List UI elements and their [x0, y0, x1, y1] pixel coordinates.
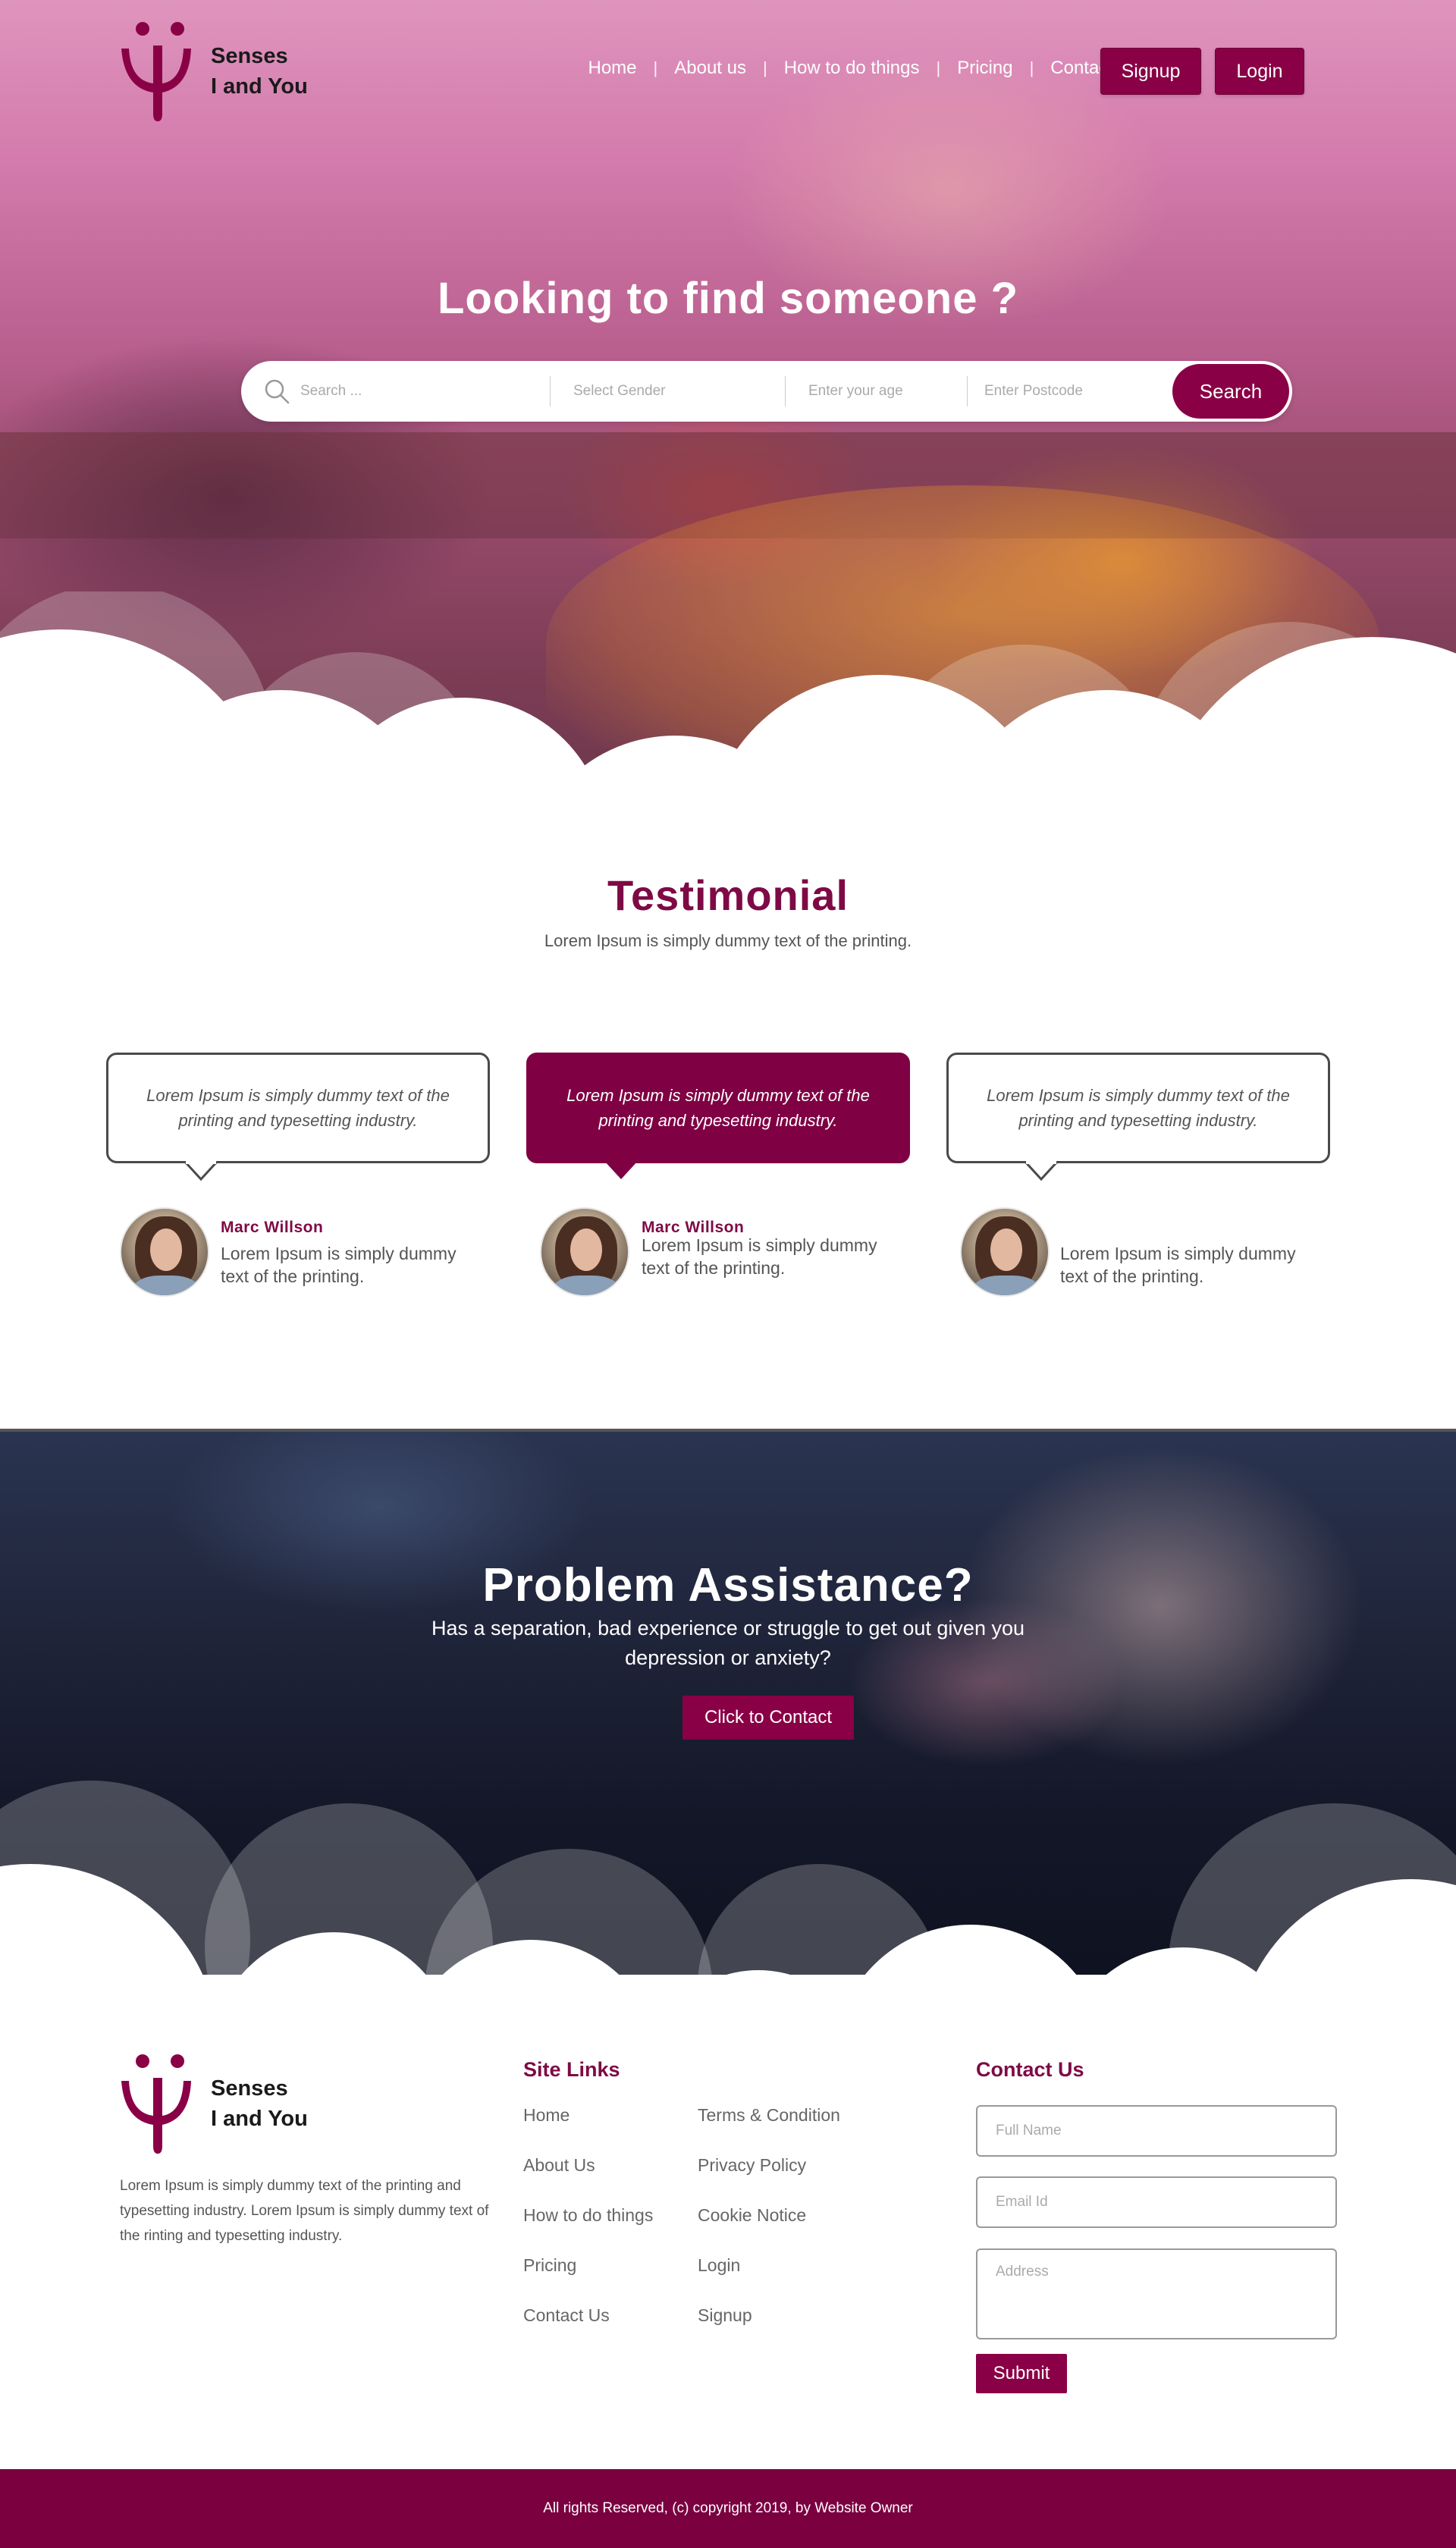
- footer-link-cookie[interactable]: Cookie Notice: [698, 2205, 806, 2226]
- footer-logo[interactable]: Senses I and You: [114, 2051, 308, 2157]
- copyright-text: All rights Reserved, (c) copyright 2019,…: [543, 2500, 913, 2516]
- hero-cloud-divider: [0, 592, 1456, 789]
- footer-link-pricing[interactable]: Pricing: [523, 2255, 576, 2276]
- signup-button[interactable]: Signup: [1100, 48, 1201, 95]
- logo-line-1: Senses: [211, 2076, 288, 2101]
- nav-home[interactable]: Home: [588, 58, 637, 79]
- footer-link-privacy[interactable]: Privacy Policy: [698, 2155, 806, 2176]
- avatar: [540, 1207, 629, 1297]
- testimonial-author-text: Lorem Ipsum is simply dummy text of the …: [1060, 1244, 1296, 1286]
- quote-tail: [604, 1161, 638, 1179]
- testimonial-author-text: Lorem Ipsum is simply dummy text of the …: [221, 1244, 457, 1286]
- testimonial-quote: Lorem Ipsum is simply dummy text of the …: [106, 1053, 490, 1181]
- footer-link-how-to[interactable]: How to do things: [523, 2205, 653, 2226]
- copyright-bar: All rights Reserved, (c) copyright 2019,…: [0, 2469, 1456, 2548]
- logo-text: Senses I and You: [211, 41, 308, 102]
- email-field[interactable]: Email Id: [976, 2176, 1337, 2228]
- nav-separator: |: [653, 58, 658, 77]
- nav-separator: |: [936, 58, 941, 77]
- nav-how-to[interactable]: How to do things: [784, 58, 920, 79]
- quote-text: Lorem Ipsum is simply dummy text of the …: [146, 1086, 450, 1130]
- site-links-heading: Site Links: [523, 2058, 620, 2081]
- hero-section: Senses I and You Home | About us | How t…: [0, 0, 1456, 789]
- logo-line-1: Senses: [211, 44, 288, 68]
- header-logo[interactable]: Senses I and You: [114, 18, 308, 124]
- footer-link-terms[interactable]: Terms & Condition: [698, 2105, 840, 2126]
- footer-link-about[interactable]: About Us: [523, 2155, 595, 2176]
- assistance-subtitle: Has a separation, bad experience or stru…: [431, 1617, 1025, 1669]
- address-field[interactable]: Address: [976, 2248, 1337, 2339]
- nav-separator: |: [1029, 58, 1034, 77]
- quote-text: Lorem Ipsum is simply dummy text of the …: [987, 1086, 1290, 1130]
- quote-tail: [184, 1161, 218, 1181]
- logo-text: Senses I and You: [211, 2073, 308, 2134]
- footer-link-login[interactable]: Login: [698, 2255, 740, 2276]
- nav-separator: |: [762, 58, 767, 77]
- hero-title: Looking to find someone ?: [437, 274, 1019, 323]
- nav-pricing[interactable]: Pricing: [957, 58, 1012, 79]
- age-input[interactable]: Enter your age: [786, 376, 968, 406]
- search-bar: Search ... Select Gender Enter your age …: [241, 361, 1292, 422]
- testimonial-quote-active: Lorem Ipsum is simply dummy text of the …: [526, 1053, 910, 1179]
- gender-select[interactable]: Select Gender: [551, 376, 786, 406]
- footer-link-contact[interactable]: Contact Us: [523, 2305, 610, 2326]
- submit-button[interactable]: Submit: [976, 2354, 1067, 2393]
- avatar: [120, 1207, 209, 1297]
- logo-mark-icon: [121, 2054, 191, 2154]
- full-name-field[interactable]: Full Name: [976, 2105, 1337, 2157]
- footer-about-text: Lorem Ipsum is simply dummy text of the …: [120, 2178, 489, 2244]
- footer-link-signup[interactable]: Signup: [698, 2305, 752, 2326]
- search-icon: [265, 379, 290, 404]
- logo-line-2: I and You: [211, 2107, 308, 2131]
- quote-text: Lorem Ipsum is simply dummy text of the …: [566, 1086, 870, 1130]
- footer-link-home[interactable]: Home: [523, 2105, 570, 2126]
- main-nav: Home | About us | How to do things | Pri…: [588, 58, 1114, 79]
- testimonial-quote: Lorem Ipsum is simply dummy text of the …: [946, 1053, 1330, 1181]
- testimonial-subtitle: Lorem Ipsum is simply dummy text of the …: [544, 931, 912, 950]
- logo-mark-icon: [121, 22, 191, 121]
- postcode-input[interactable]: Enter Postcode: [968, 376, 1180, 406]
- logo-line-2: I and You: [211, 74, 308, 99]
- testimonial-author-text: Lorem Ipsum is simply dummy text of the …: [642, 1235, 877, 1278]
- contact-heading: Contact Us: [976, 2058, 1084, 2081]
- click-to-contact-button[interactable]: Click to Contact: [682, 1696, 854, 1740]
- testimonial-title: Testimonial: [607, 871, 849, 919]
- nav-about[interactable]: About us: [674, 58, 746, 79]
- login-button[interactable]: Login: [1215, 48, 1304, 95]
- search-button[interactable]: Search: [1172, 364, 1289, 419]
- testimonial-author-name: Marc Willson: [221, 1219, 324, 1236]
- assistance-title: Problem Assistance?: [482, 1559, 974, 1611]
- quote-tail: [1025, 1161, 1058, 1181]
- assist-cloud-divider: [0, 1781, 1456, 1975]
- search-input[interactable]: Search ...: [300, 376, 551, 406]
- avatar: [960, 1207, 1050, 1297]
